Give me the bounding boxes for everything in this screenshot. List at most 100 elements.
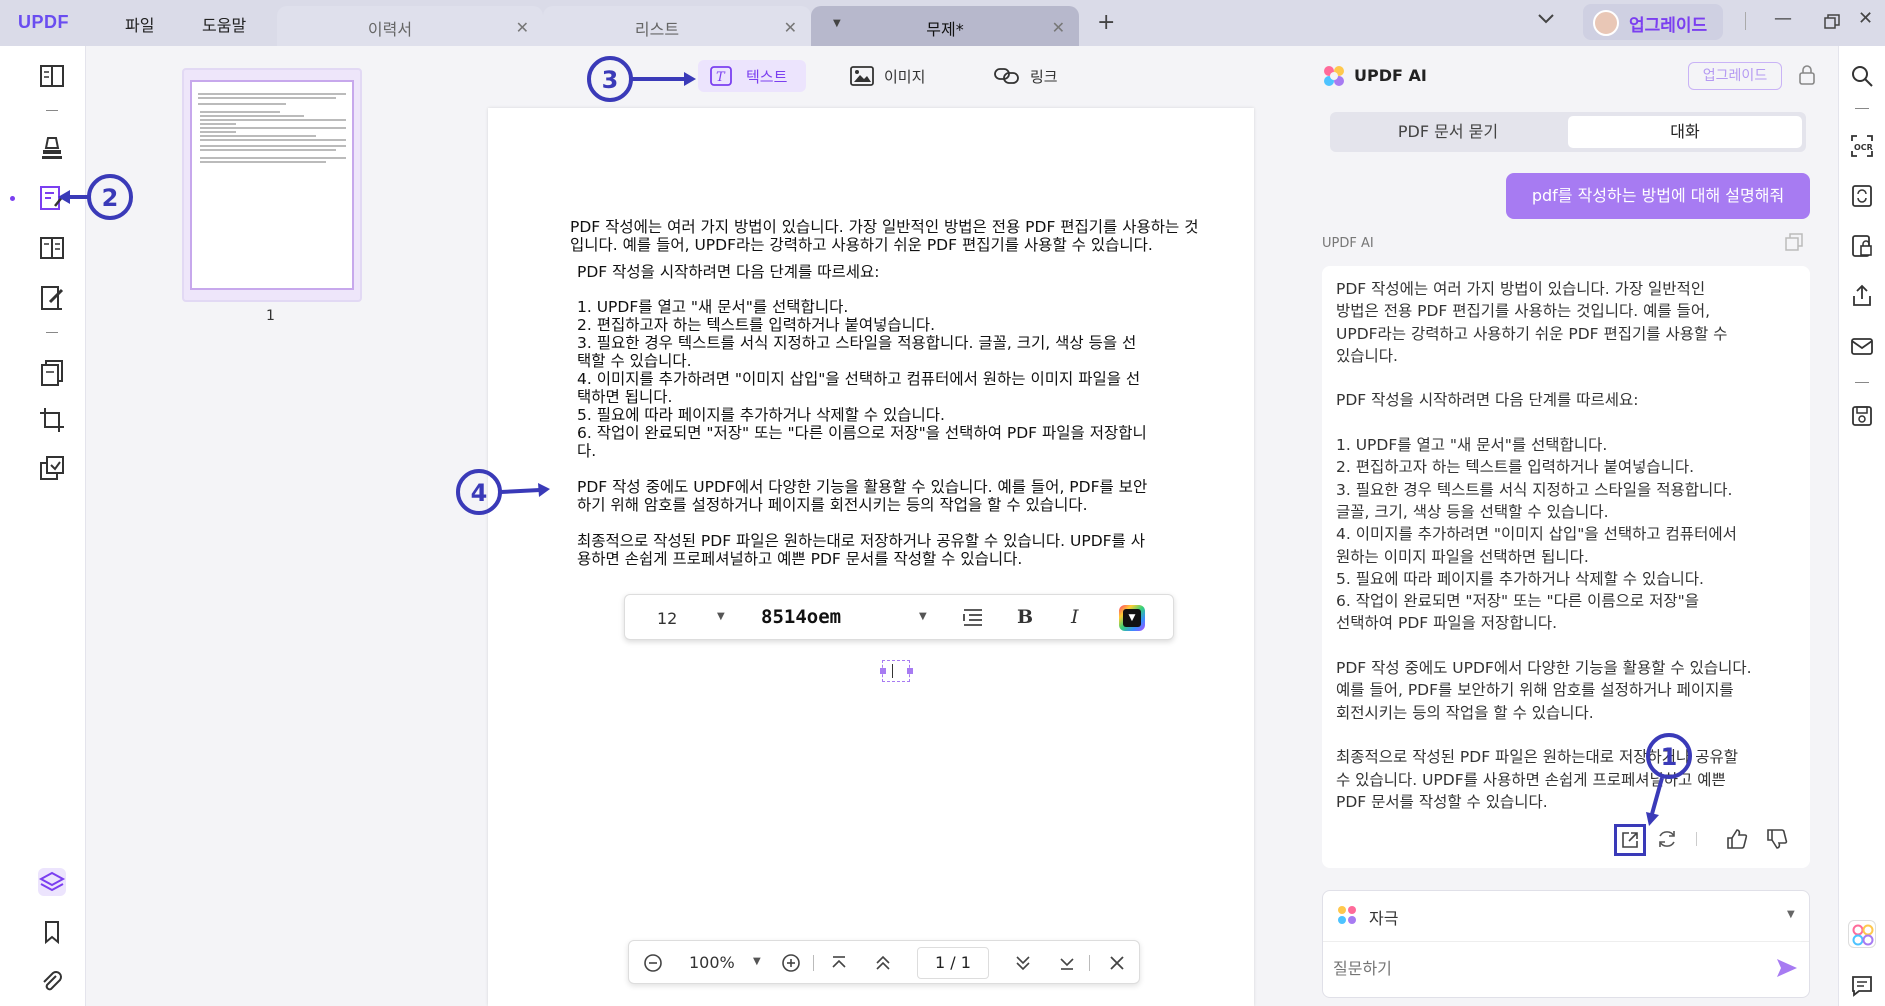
tab-ask-pdf[interactable]: PDF 문서 묻기 [1330, 112, 1566, 152]
close-icon[interactable]: ✕ [1052, 18, 1065, 37]
tab-label: 무제* [926, 20, 964, 39]
text-caret [892, 664, 893, 678]
ai-input-box: 자극 ▼ [1322, 890, 1810, 998]
image-tool-label: 이미지 [884, 68, 926, 86]
paragraph-line[interactable]: 4. 이미지를 추가하려면 "이미지 삽입"을 선택하고 컴퓨터에서 원하는 이… [577, 370, 1140, 388]
convert-icon[interactable] [38, 358, 66, 386]
convert-pdf-icon[interactable] [1850, 184, 1874, 208]
tab-resume[interactable]: 이력서 ✕ [277, 6, 543, 46]
ai-question-input[interactable] [1333, 953, 1753, 983]
paragraph-line[interactable]: 6. 작업이 완료되면 "저장" 또는 "다른 이름으로 저장"을 선택하여 P… [577, 424, 1147, 442]
paragraph-line[interactable]: 다. [577, 442, 596, 460]
close-icon[interactable]: ✕ [516, 18, 529, 37]
divider [1089, 955, 1090, 971]
updf-logo: UPDF [18, 12, 69, 32]
new-tab-plus-icon[interactable]: + [1097, 10, 1115, 35]
reader-icon[interactable] [38, 62, 66, 90]
chevron-down-icon[interactable]: ▼ [1787, 909, 1795, 920]
zoom-level[interactable]: 100% [689, 953, 735, 972]
paragraph-line[interactable]: 택하면 됩니다. [577, 388, 672, 406]
paragraph-line[interactable]: 택할 수 있습니다. [577, 352, 692, 370]
share-icon[interactable] [1850, 284, 1874, 308]
text-cursor-box[interactable] [880, 660, 913, 682]
paragraph-line[interactable]: 용하면 손쉽게 프로페셔널하고 예쁜 PDF 문서를 작성할 수 있습니다. [577, 550, 1022, 568]
first-page-icon[interactable] [829, 953, 849, 973]
send-icon[interactable] [1775, 957, 1799, 979]
restore-icon[interactable] [1824, 14, 1840, 30]
save-icon[interactable] [1850, 404, 1874, 428]
edit-pdf-icon[interactable] [38, 184, 66, 212]
attachment-icon[interactable] [38, 968, 66, 996]
upgrade-button[interactable]: 업그레이드 [1583, 4, 1723, 40]
updf-ai-icon[interactable] [1848, 920, 1876, 948]
organize-pages-icon[interactable] [38, 234, 66, 262]
text-tool-button[interactable]: T 텍스트 [698, 60, 806, 92]
next-page-icon[interactable] [1013, 953, 1033, 973]
batch-icon[interactable] [38, 454, 66, 482]
link-tool-button[interactable]: 링크 [986, 60, 1072, 92]
previous-page-icon[interactable] [873, 953, 893, 973]
minimize-icon[interactable]: — [1774, 8, 1792, 29]
comment-icon[interactable] [38, 134, 66, 162]
paragraph-line[interactable]: 3. 필요한 경우 텍스트를 서식 지정하고 스타일을 적용합니다. 글꼴, 크… [577, 334, 1136, 352]
tab-untitled[interactable]: ▼ 무제* ✕ [811, 6, 1079, 46]
search-icon[interactable] [1850, 64, 1874, 88]
zoom-out-icon[interactable] [643, 953, 663, 973]
close-icon[interactable] [1107, 953, 1127, 973]
export-icon[interactable] [1614, 824, 1646, 856]
lock-icon[interactable] [1798, 64, 1816, 86]
chevron-down-icon: ▼ [1123, 609, 1141, 627]
image-tool-button[interactable]: 이미지 [842, 60, 942, 92]
crop-icon[interactable] [38, 406, 66, 434]
copy-icon[interactable] [1784, 232, 1804, 252]
thumbs-up-icon[interactable] [1726, 828, 1748, 850]
protect-icon[interactable] [1850, 234, 1874, 258]
regenerate-icon[interactable] [1656, 828, 1678, 850]
close-window-icon[interactable]: ✕ [1858, 8, 1873, 29]
paragraph-line[interactable]: 2. 편집하고자 하는 텍스트를 입력하거나 붙여넣습니다. [577, 316, 935, 334]
close-icon[interactable]: ✕ [784, 18, 797, 37]
ai-mode-tabs: PDF 문서 묻기 대화 [1330, 112, 1806, 152]
tab-list[interactable]: 리스트 ✕ [543, 6, 811, 46]
menu-file[interactable]: 파일 [125, 12, 154, 36]
comment-list-icon[interactable] [1850, 974, 1874, 998]
chevron-down-icon[interactable]: ▼ [919, 611, 927, 622]
thumbs-down-icon[interactable] [1766, 828, 1788, 850]
tab-chat[interactable]: 대화 [1568, 116, 1802, 148]
bookmark-icon[interactable] [38, 918, 66, 946]
zoom-in-icon[interactable] [781, 953, 801, 973]
layers-icon[interactable] [38, 868, 66, 896]
pdf-page[interactable]: PDF 작성에는 여러 가지 방법이 있습니다. 가장 일반적인 방법은 전용 … [488, 108, 1254, 1006]
text-color-picker[interactable]: ▼ [1119, 605, 1145, 631]
fill-sign-icon[interactable] [38, 284, 66, 312]
font-family-select[interactable]: 8514oem [761, 606, 841, 628]
ocr-icon[interactable]: OCR [1850, 134, 1874, 158]
paragraph-line[interactable]: 1. UPDF를 열고 "새 문서"를 선택합니다. [577, 298, 848, 316]
text-format-toolbar: 12 ▼ 8514oem ▼ B I ▼ [624, 594, 1174, 640]
chevron-down-icon[interactable] [1537, 12, 1555, 26]
paragraph-line[interactable]: 5. 필요에 따라 페이지를 추가하거나 삭제할 수 있습니다. [577, 406, 945, 424]
menu-help[interactable]: 도움말 [202, 12, 246, 36]
bold-button[interactable]: B [1017, 606, 1033, 628]
paragraph-line[interactable]: 하기 위해 암호를 설정하거나 페이지를 회전시키는 등의 작업을 할 수 있습… [577, 496, 1088, 514]
prompt-chip-icon [1337, 905, 1357, 925]
align-left-icon[interactable] [963, 608, 983, 626]
ai-upgrade-button[interactable]: 업그레이드 [1688, 62, 1782, 90]
last-page-icon[interactable] [1057, 953, 1077, 973]
chevron-down-icon[interactable]: ▼ [717, 611, 725, 622]
font-size-select[interactable]: 12 [657, 609, 677, 628]
tab-dropdown-icon[interactable]: ▼ [833, 18, 841, 29]
paragraph-line[interactable]: PDF 작성을 시작하려면 다음 단계를 따르세요: [577, 263, 879, 281]
paragraph-line[interactable]: PDF 작성에는 여러 가지 방법이 있습니다. 가장 일반적인 방법은 전용 … [570, 218, 1198, 236]
email-icon[interactable] [1850, 334, 1874, 358]
paragraph-line[interactable]: 최종적으로 작성된 PDF 파일은 원하는대로 저장하거나 공유할 수 있습니다… [577, 532, 1145, 550]
paragraph-line[interactable]: 입니다. 예를 들어, UPDF라는 강력하고 사용하기 쉬운 PDF 편집기를… [570, 236, 1153, 254]
prompt-chip[interactable]: 자극 [1369, 905, 1398, 929]
resize-handle[interactable] [907, 668, 913, 674]
page-number-input[interactable]: 1 / 1 [917, 947, 989, 979]
paragraph-line[interactable]: PDF 작성 중에도 UPDF에서 다양한 기능을 활용할 수 있습니다. 예를… [577, 478, 1147, 496]
italic-button[interactable]: I [1071, 606, 1079, 628]
chevron-down-icon[interactable]: ▼ [753, 956, 761, 967]
divider [1696, 832, 1697, 846]
resize-handle[interactable] [880, 668, 886, 674]
